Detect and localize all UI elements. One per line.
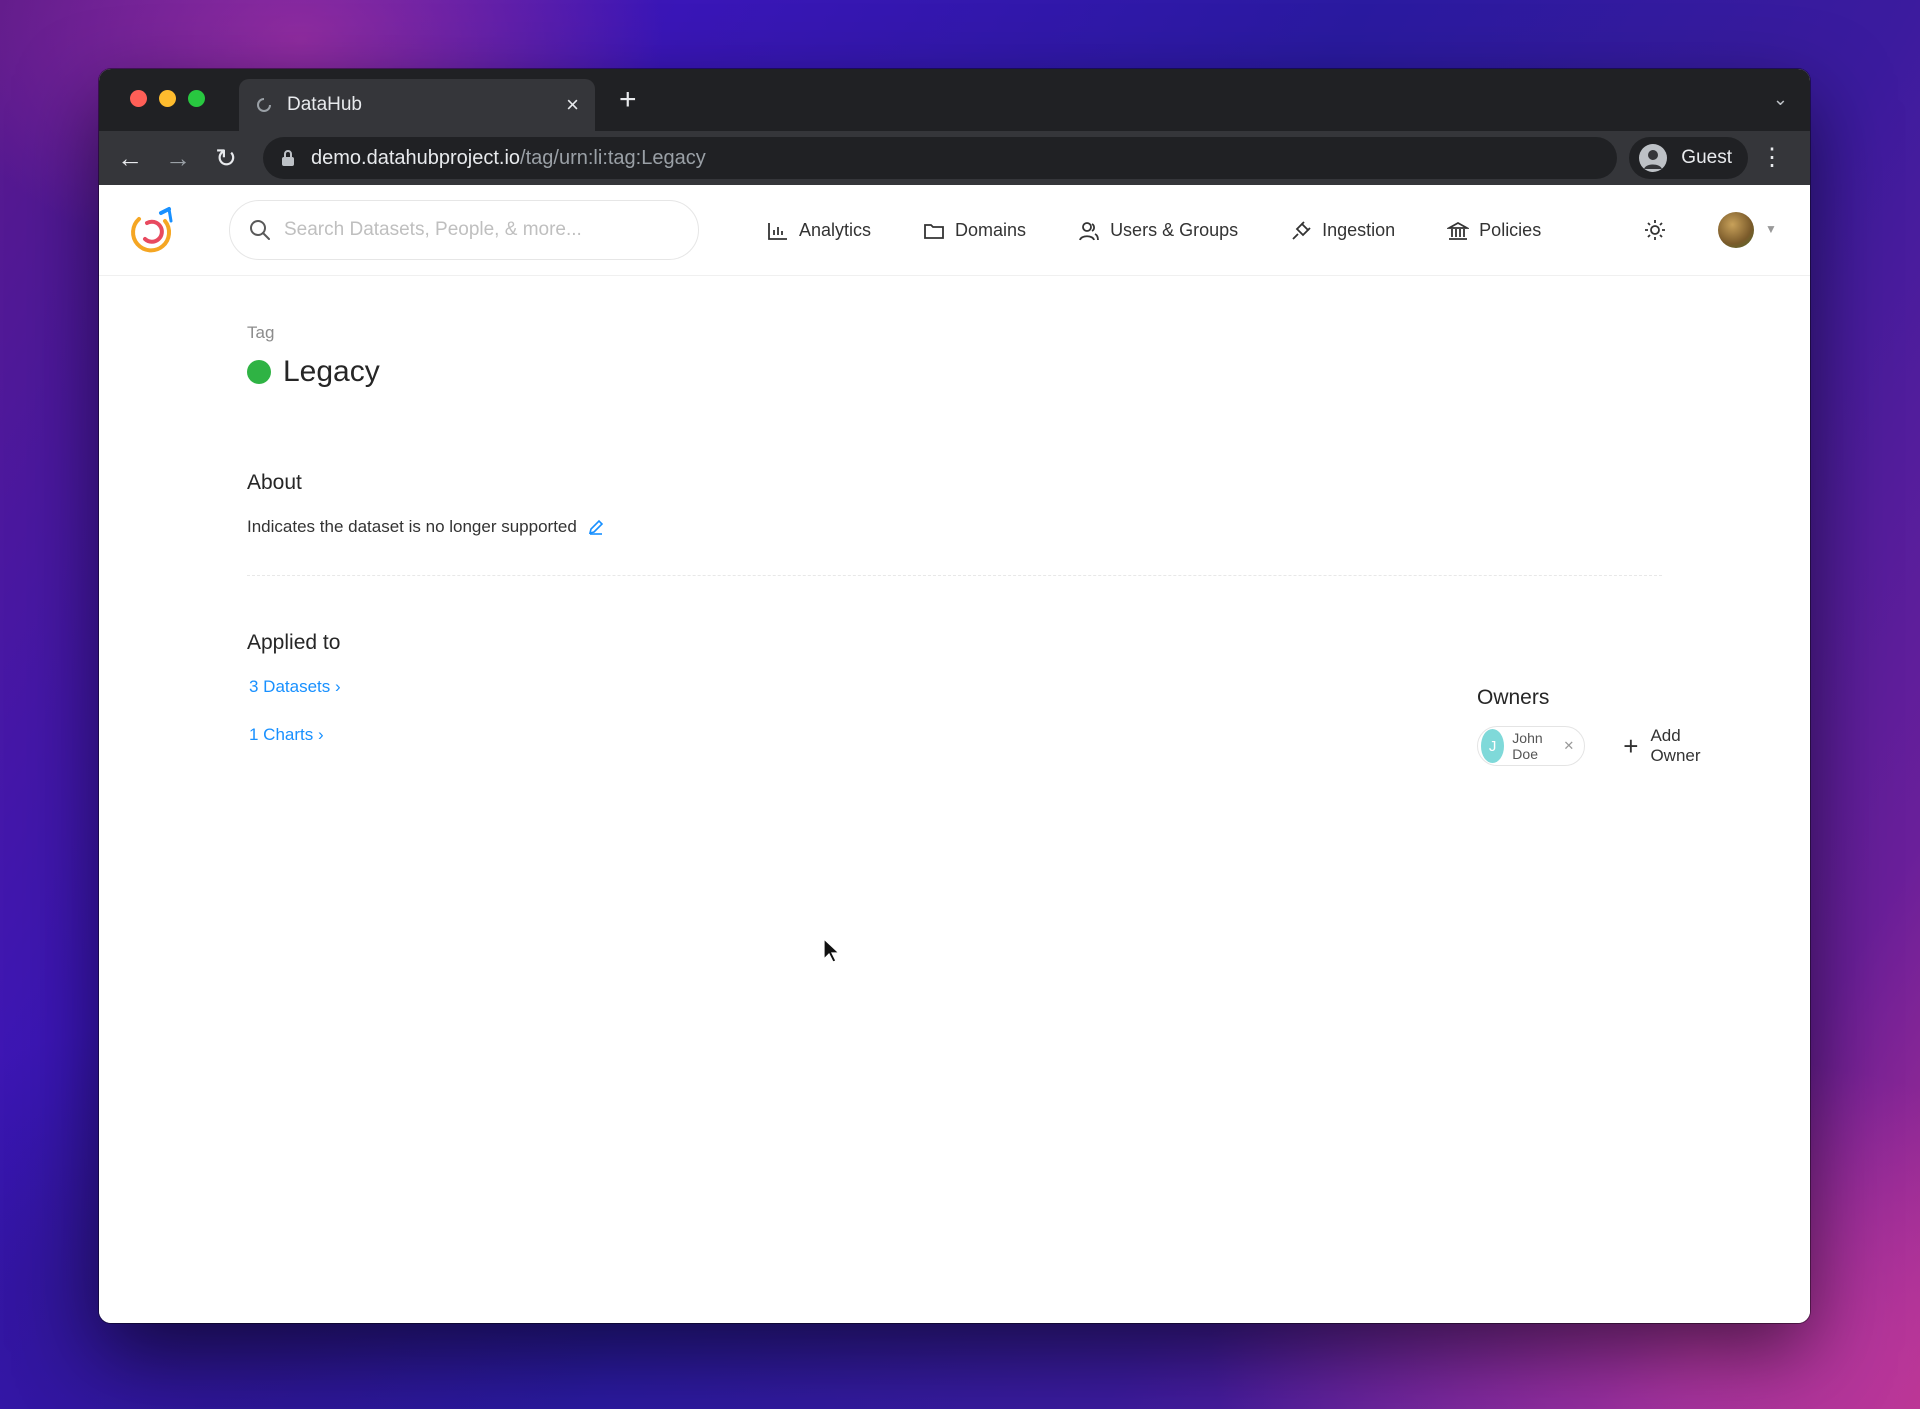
entity-title: Legacy [247,355,1677,389]
kebab-menu-icon[interactable]: ⋮ [1760,143,1784,172]
nav-analytics-label: Analytics [799,220,872,240]
gear-icon[interactable] [1643,218,1667,242]
datahub-app: Analytics Domains Users & Groups Ingesti… [99,185,1810,1323]
add-owner-label: Add Owner [1650,726,1701,765]
search-bar[interactable] [229,200,699,260]
caret-down-icon[interactable]: ▼ [1765,222,1777,236]
datasets-link[interactable]: 3 Datasets › [249,677,1677,697]
new-tab-button[interactable]: + [619,83,637,117]
minimize-window-button[interactable] [159,90,176,107]
about-description: Indicates the dataset is no longer suppo… [247,517,1677,537]
url-path: /tag/urn:li:tag:Legacy [520,146,706,169]
url-host: demo.datahubproject.io [311,146,521,169]
nav-policies-label: Policies [1479,220,1542,240]
plus-icon: + [1623,731,1639,761]
lock-icon [282,150,294,166]
favicon-icon [255,96,273,114]
window-controls [130,90,205,107]
nav-domains[interactable]: Domains [923,220,1026,241]
nav-domains-label: Domains [955,220,1027,240]
profile-label: Guest [1681,147,1732,168]
applied-to-heading: Applied to [247,631,341,654]
nav-ingestion[interactable]: Ingestion [1290,220,1395,242]
tab-bar: DataHub × + ⌄ [99,69,1810,131]
tag-color-dot[interactable] [247,360,271,384]
details-section: Applied to 3 Datasets › 1 Charts › Owner… [247,631,1701,766]
profile-button[interactable]: Guest [1629,137,1748,179]
search-input[interactable] [284,219,664,241]
description-text: Indicates the dataset is no longer suppo… [247,517,577,536]
owners-row: J John Doe ✕ + Add Owner [1477,726,1701,766]
maximize-window-button[interactable] [188,90,205,107]
plug-icon [1292,220,1311,240]
edit-pencil-icon[interactable] [587,518,605,536]
browser-toolbar: ← → ↻ demo.datahubproject.io/tag/urn:li:… [99,131,1810,185]
users-icon [1079,221,1099,240]
browser-window: DataHub × + ⌄ ← → ↻ demo.datahubproject.… [99,69,1810,1323]
about-heading: About [247,471,302,494]
entity-type-label: Tag [247,323,275,342]
top-nav: Analytics Domains Users & Groups Ingesti… [767,185,1593,276]
bank-icon [1447,221,1470,240]
owners-heading: Owners [1477,686,1550,709]
app-header: Analytics Domains Users & Groups Ingesti… [99,185,1810,276]
folder-icon [924,223,944,239]
address-bar[interactable]: demo.datahubproject.io/tag/urn:li:tag:Le… [263,137,1617,179]
datahub-logo-icon[interactable] [125,205,179,259]
tab-title: DataHub [287,94,362,115]
section-divider [247,575,1662,576]
owner-avatar: J [1481,729,1505,763]
close-window-button[interactable] [130,90,147,107]
nav-users-groups-label: Users & Groups [1110,220,1239,240]
nav-analytics[interactable]: Analytics [767,220,871,241]
tab-close-icon[interactable]: × [566,92,579,118]
mouse-cursor-icon [823,938,841,963]
tag-profile: Tag Legacy About Indicates the dataset i… [247,323,1701,766]
nav-policies[interactable]: Policies [1447,220,1541,242]
remove-owner-icon[interactable]: ✕ [1563,738,1574,754]
owner-name: John Doe [1512,730,1543,762]
browser-tab[interactable]: DataHub × [239,79,595,131]
avatar[interactable] [1718,212,1754,248]
page-title: Legacy [283,355,380,388]
charts-link[interactable]: 1 Charts › [249,725,1677,745]
owner-tag[interactable]: J John Doe ✕ [1477,726,1586,766]
add-owner-button[interactable]: + Add Owner [1623,726,1700,766]
nav-users-groups[interactable]: Users & Groups [1078,220,1238,242]
profile-icon [1639,144,1668,172]
tab-search-chevron-icon[interactable]: ⌄ [1773,89,1788,110]
owners-section: Owners J John Doe ✕ + Add Owner [1477,686,1701,766]
search-icon [250,220,270,240]
back-arrow-icon[interactable]: ← [115,143,145,174]
reload-icon[interactable]: ↻ [211,143,241,174]
forward-arrow-icon[interactable]: → [163,143,193,174]
analytics-icon [768,222,787,240]
nav-ingestion-label: Ingestion [1322,220,1396,240]
